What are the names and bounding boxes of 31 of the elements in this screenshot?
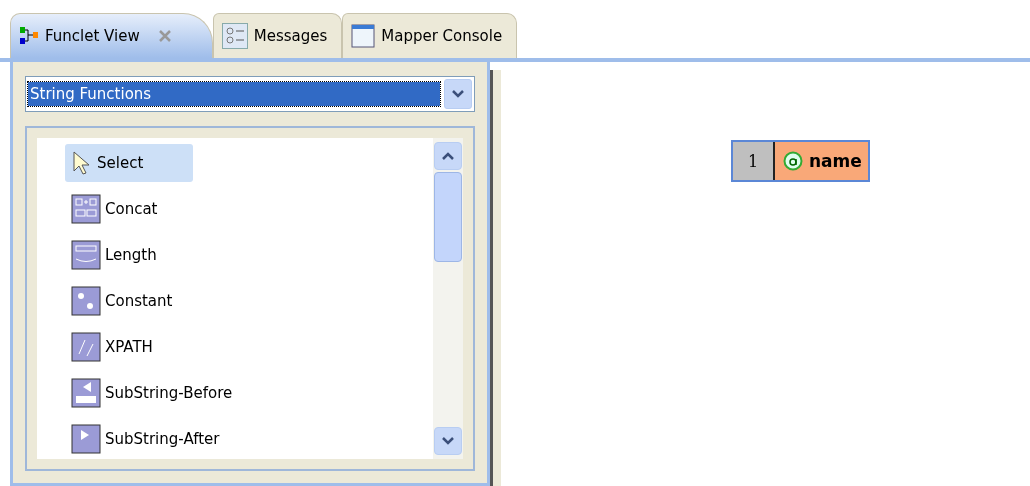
palette-item[interactable]: Length [65,236,165,274]
mapping-node[interactable]: 1 name [731,140,870,182]
node-graph-icon [19,26,39,46]
palette-item[interactable]: XPATH [65,328,161,366]
length-icon [71,240,101,270]
scroll-thumb[interactable] [434,172,462,262]
scrollbar[interactable] [433,138,463,459]
list-icon [221,23,248,49]
concat-icon [71,194,101,224]
chevron-down-icon [451,89,465,99]
palette-item[interactable]: SubString-After [65,420,228,458]
palette-item[interactable]: SubString-Before [65,374,241,412]
view-tab[interactable]: Mapper Console [342,13,518,58]
slash-icon [71,332,101,362]
chevron-down-icon [441,436,455,446]
scroll-up-button[interactable] [434,142,462,170]
category-dropdown[interactable]: String Functions [25,76,475,112]
constant-icon [71,286,101,316]
palette-item[interactable]: Constant [65,282,181,320]
node-label: name [775,142,868,180]
dropdown-button[interactable] [444,79,472,109]
chevron-up-icon [441,151,455,161]
splitter[interactable] [490,70,501,486]
window-icon [351,24,376,48]
palette-item[interactable]: Select [65,144,194,182]
view-tab[interactable]: Funclet View [10,13,213,58]
view-tab[interactable]: Messages [212,13,343,58]
scroll-down-button[interactable] [434,427,462,455]
attribute-icon [783,151,803,171]
node-index: 1 [733,142,775,180]
palette-item[interactable]: Concat [65,190,166,228]
